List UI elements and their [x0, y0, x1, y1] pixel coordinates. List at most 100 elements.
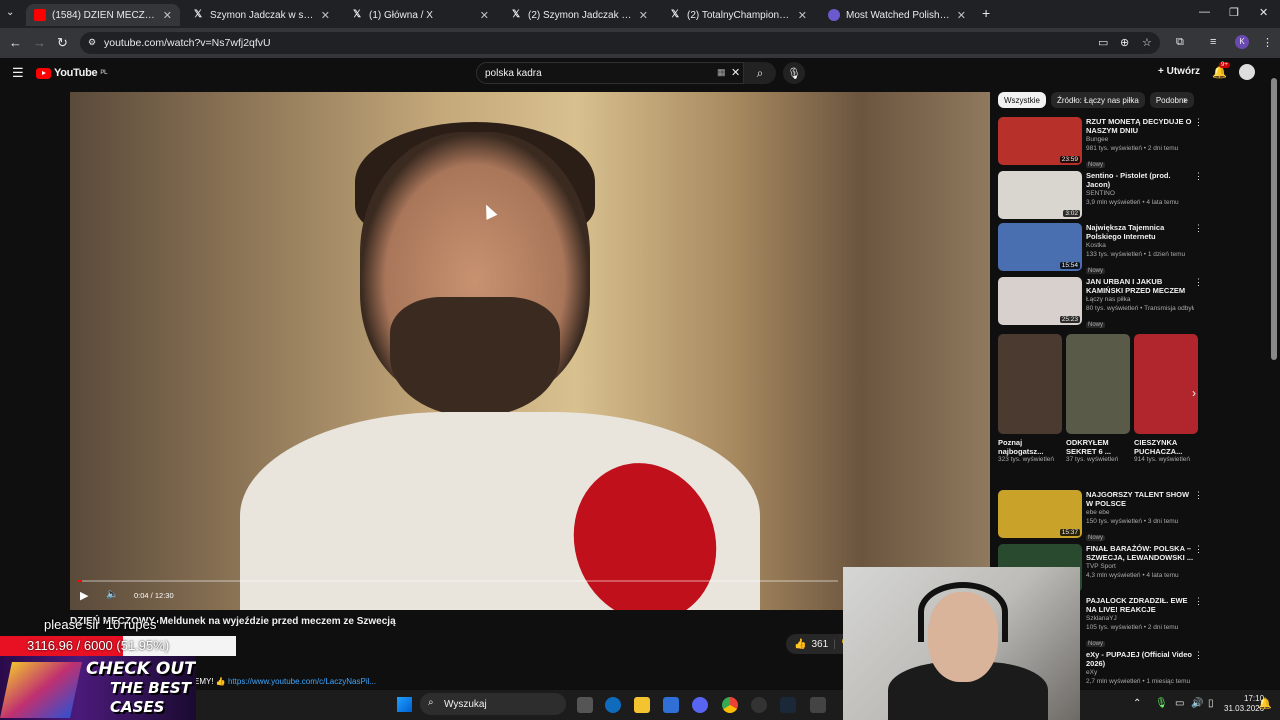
chip-similar[interactable]: Podobne [1149, 92, 1194, 108]
profile-avatar[interactable]: K [1235, 35, 1249, 49]
back-icon[interactable]: ← [9, 35, 22, 50]
extensions-icon[interactable]: ⧉ [1176, 36, 1184, 49]
close-window-icon[interactable]: ✕ [1259, 6, 1268, 19]
app-icon[interactable] [810, 697, 826, 713]
shorts-next-icon[interactable]: › [1192, 386, 1196, 400]
tab-x-3[interactable]: 𝕏 (2) Szymon Jadczak w serwisie X ✕ [502, 4, 656, 26]
channel-name[interactable]: SENTINO [1086, 189, 1194, 198]
video-title[interactable]: NAJGORSZY TALENT SHOW W POLSCE [1086, 490, 1194, 508]
scrollbar-thumb[interactable] [1271, 78, 1277, 360]
bookmark-star-icon[interactable]: ☆ [1142, 36, 1152, 49]
video-thumbnail[interactable]: 25:23 [998, 277, 1082, 325]
short-card[interactable]: ODKRYŁEM SEKRET 6 ... 37 tys. wyświetleń [1066, 334, 1130, 464]
close-tab-icon[interactable]: ✕ [163, 9, 172, 22]
browser-menu-icon[interactable]: ⋮ [1262, 36, 1273, 49]
mic-tray-icon[interactable]: 🎙 [1155, 698, 1168, 709]
tab-youtube[interactable]: (1584) DZIEŃ MECZOWY. Meld ✕ [26, 4, 180, 26]
tray-expand-icon[interactable]: ⌃ [1133, 698, 1141, 709]
taskbar-search[interactable]: ⌕ Wyszukaj [420, 693, 566, 715]
minimize-icon[interactable]: — [1199, 6, 1210, 18]
short-card[interactable]: CIESZYNKA PUCHACZA... 914 tys. wyświetle… [1134, 334, 1198, 464]
channel-name[interactable]: Bungee [1086, 135, 1194, 144]
obs-icon[interactable] [751, 697, 767, 713]
tab-search-icon[interactable]: ⌄ [6, 7, 14, 18]
video-title[interactable]: eXy - PUPAJEJ (Official Video 2026) [1086, 650, 1194, 668]
recommended-video[interactable]: 3:02 Sentino - Pistolet (prod. Jacon) SE… [998, 171, 1203, 223]
video-title[interactable]: PAJALOCK ZDRADZIŁ. EWE NA LIVE! REAKCJE … [1086, 596, 1194, 614]
hamburger-menu-icon[interactable]: ☰ [12, 65, 24, 81]
site-info-icon[interactable]: ⚙ [88, 37, 96, 48]
close-tab-icon[interactable]: ✕ [321, 9, 330, 22]
file-explorer-icon[interactable] [634, 697, 650, 713]
chip-all[interactable]: Wszystkie [998, 92, 1046, 108]
play-button[interactable]: ▶ [80, 589, 88, 602]
video-title[interactable]: Największa Tajemnica Polskiego Internetu [1086, 223, 1194, 241]
video-title[interactable]: FINAŁ BARAŻÓW: POLSKA – SZWECJA, LEWANDO… [1086, 544, 1194, 562]
discord-icon[interactable] [692, 697, 708, 713]
chip-source[interactable]: Źródło: Łączy nas piłka [1051, 92, 1145, 108]
video-thumbnail[interactable]: 15:37 [998, 490, 1082, 538]
windows-start-icon[interactable] [397, 697, 412, 712]
tab-x-2[interactable]: 𝕏 (1) Główna / X ✕ [343, 4, 497, 26]
channel-name[interactable]: Kostka [1086, 241, 1194, 250]
store-icon[interactable] [663, 697, 679, 713]
channel-name[interactable]: SzklanaYJ [1086, 614, 1194, 623]
more-options-icon[interactable]: ⋮ [1194, 223, 1203, 234]
tab-x-1[interactable]: 𝕏 Szymon Jadczak w serwisie X: ✕ [184, 4, 338, 26]
outlook-icon[interactable] [605, 697, 621, 713]
short-thumbnail[interactable] [1066, 334, 1130, 434]
steam-icon[interactable] [780, 697, 796, 713]
description-link[interactable]: https://www.youtube.com/c/LaczyNasPil... [228, 677, 376, 686]
recommended-video[interactable]: 15:37 NAJGORSZY TALENT SHOW W POLSCE ebe… [998, 490, 1203, 542]
short-card[interactable]: Poznaj najbogatsz... 323 tys. wyświetleń [998, 334, 1062, 464]
close-tab-icon[interactable]: ✕ [798, 9, 807, 22]
tab-x-4[interactable]: 𝕏 (2) TotalnyChampion 🙈🔥 w ✕ [661, 4, 815, 26]
page-scrollbar[interactable] [1270, 60, 1278, 366]
media-controls-icon[interactable]: ≡ [1210, 36, 1216, 48]
channel-name[interactable]: Łączy nas piłka [1086, 295, 1194, 304]
close-tab-icon[interactable]: ✕ [480, 9, 489, 22]
network-icon[interactable]: ▭ [1175, 698, 1184, 709]
more-options-icon[interactable]: ⋮ [1194, 650, 1203, 661]
channel-name[interactable]: eXy [1086, 668, 1194, 677]
video-title[interactable]: JAN URBAN I JAKUB KAMIŃSKI PRZED MECZEM … [1086, 277, 1194, 295]
more-options-icon[interactable]: ⋮ [1194, 117, 1203, 128]
video-player[interactable] [70, 92, 990, 610]
zoom-icon[interactable]: ⊕ [1120, 36, 1129, 49]
task-view-icon[interactable] [577, 697, 593, 713]
more-options-icon[interactable]: ⋮ [1194, 544, 1203, 555]
video-thumbnail[interactable]: 23:59 [998, 117, 1082, 165]
tab-twitch-stats[interactable]: Most Watched Polish Twitch St ✕ [820, 4, 974, 26]
volume-icon[interactable]: 🔈 [106, 589, 118, 600]
short-thumbnail[interactable] [1134, 334, 1198, 434]
video-thumbnail[interactable]: 3:02 [998, 171, 1082, 219]
maximize-icon[interactable]: ❐ [1229, 6, 1239, 19]
video-thumbnail[interactable]: 15:54 [998, 223, 1082, 271]
recommended-video[interactable]: 15:54 Największa Tajemnica Polskiego Int… [998, 223, 1203, 275]
account-avatar[interactable] [1239, 64, 1255, 80]
url-field[interactable]: ⚙ youtube.com/watch?v=Ns7wfj2qfvU [80, 32, 1160, 54]
keyboard-icon[interactable]: ▦ [717, 67, 726, 78]
search-button[interactable]: ⌕ [744, 62, 776, 84]
channel-name[interactable]: TVP Sport [1086, 562, 1194, 571]
battery-icon[interactable]: ▯ [1208, 698, 1214, 709]
create-button[interactable]: + Utwórz [1158, 66, 1200, 77]
channel-name[interactable]: ebe ebe [1086, 508, 1194, 517]
chips-next-icon[interactable]: › [1183, 95, 1186, 106]
video-title[interactable]: Sentino - Pistolet (prod. Jacon) [1086, 171, 1194, 189]
recommended-video[interactable]: 23:59 RZUT MONETĄ DECYDUJE O NASZYM DNIU… [998, 117, 1203, 169]
video-progress-bar[interactable] [78, 580, 838, 582]
clear-search-icon[interactable]: ✕ [731, 66, 740, 79]
more-options-icon[interactable]: ⋮ [1194, 596, 1203, 607]
forward-icon[interactable]: → [33, 35, 46, 50]
video-title[interactable]: RZUT MONETĄ DECYDUJE O NASZYM DNIU [1086, 117, 1194, 135]
recommended-video[interactable]: 25:23 JAN URBAN I JAKUB KAMIŃSKI PRZED M… [998, 277, 1203, 329]
short-thumbnail[interactable] [998, 334, 1062, 434]
chrome-icon[interactable] [722, 697, 738, 713]
more-options-icon[interactable]: ⋮ [1194, 171, 1203, 182]
close-tab-icon[interactable]: ✕ [957, 9, 966, 22]
voice-search-button[interactable]: 🎙 [783, 62, 805, 84]
search-input[interactable]: polska kadra ▦ ✕ [476, 62, 744, 84]
more-options-icon[interactable]: ⋮ [1194, 490, 1203, 501]
notification-center-icon[interactable]: 🔔 [1258, 697, 1272, 710]
